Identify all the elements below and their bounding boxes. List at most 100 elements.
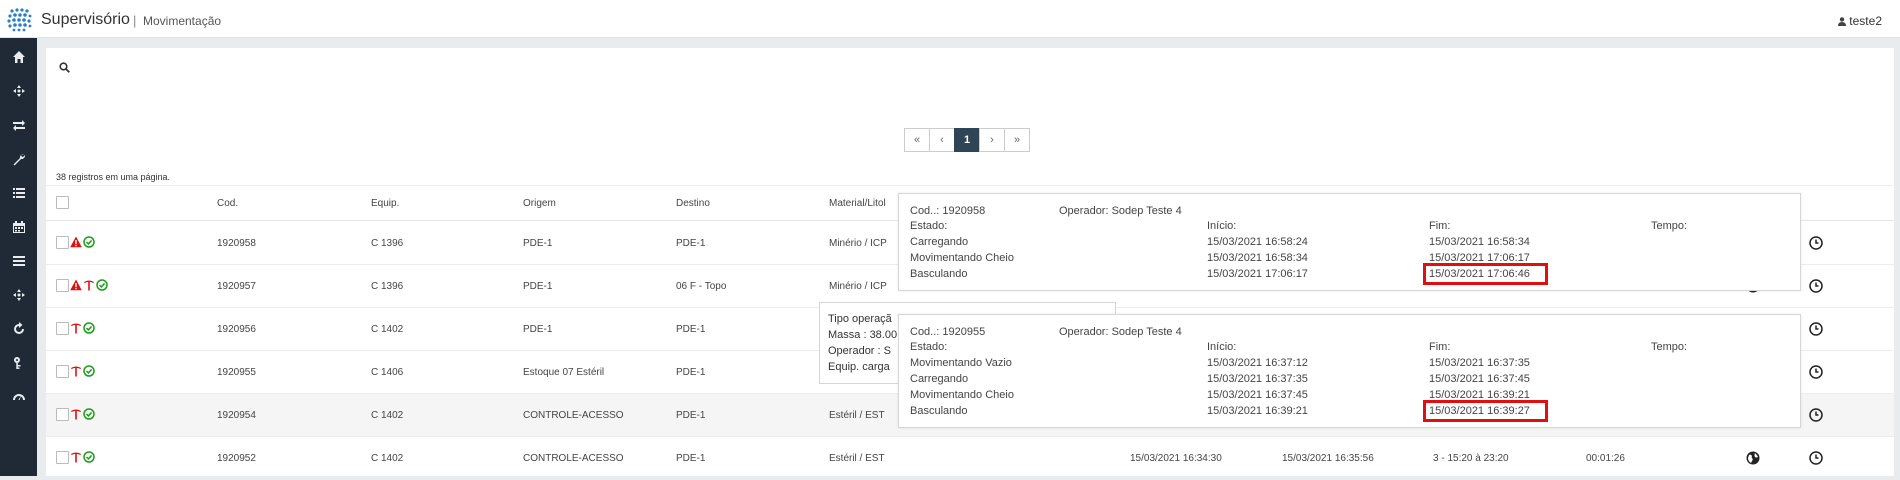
status-icons — [70, 365, 95, 377]
row-checkbox[interactable] — [56, 279, 69, 292]
page-last-button[interactable]: » — [1004, 128, 1030, 152]
column-cod[interactable]: Cod. — [217, 198, 238, 209]
status-history-tooltip: Cod..: 1920958 Operador: Sodep Teste 4 E… — [898, 193, 1801, 291]
tooltip-header-fim: Fim: — [1429, 341, 1451, 353]
page-prev-button[interactable]: ‹ — [929, 128, 955, 152]
sidebar-item-home[interactable] — [0, 40, 37, 74]
search-icon[interactable] — [59, 62, 70, 73]
sidebar-item-tools[interactable] — [0, 142, 37, 176]
check-circle-icon — [83, 322, 95, 334]
globe-icon[interactable] — [1746, 451, 1760, 465]
row-checkbox[interactable] — [56, 322, 69, 335]
logo-icon — [7, 8, 32, 32]
top-bar: Supervisório | Movimentação teste2 — [0, 0, 1900, 38]
check-circle-icon — [83, 365, 95, 377]
table-row[interactable]: 1920952 C 1402 CONTROLE-ACESSO PDE-1 Est… — [46, 437, 1894, 480]
sidebar-item-menu[interactable] — [0, 244, 37, 278]
cell-destino: 06 F - Topo — [676, 281, 727, 292]
column-origem[interactable]: Origem — [523, 198, 556, 209]
cell-cod: 1920955 — [217, 367, 256, 378]
transfer-icon — [12, 120, 25, 131]
sidebar-item-refresh[interactable] — [0, 312, 37, 346]
column-equip[interactable]: Equip. — [371, 198, 399, 209]
tooltip-operador: Operador: Sodep Teste 4 — [1059, 326, 1182, 338]
key-icon — [13, 357, 20, 369]
page-next-button[interactable]: › — [979, 128, 1005, 152]
tooltip-fim: 15/03/2021 16:58:34 — [1429, 236, 1530, 248]
tooltip-inicio: 15/03/2021 16:37:35 — [1207, 373, 1308, 385]
sidebar-item-crosshair[interactable] — [0, 74, 37, 108]
crosshair-icon — [12, 289, 25, 301]
cell-equip: C 1402 — [371, 453, 404, 464]
tooltip-fim: 15/03/2021 16:37:45 — [1429, 373, 1530, 385]
sidebar-item-transfer[interactable] — [0, 108, 37, 142]
select-all-checkbox[interactable] — [56, 196, 69, 209]
column-destino[interactable]: Destino — [676, 198, 710, 209]
check-circle-icon — [83, 451, 95, 463]
clock-icon[interactable] — [1809, 408, 1823, 422]
clock-icon[interactable] — [1809, 451, 1823, 465]
sidebar-item-key[interactable] — [0, 346, 37, 380]
app-title[interactable]: Supervisório — [41, 11, 130, 29]
check-circle-icon — [96, 279, 108, 291]
calendar-icon — [12, 221, 25, 233]
user-menu[interactable]: teste2 — [1838, 14, 1882, 28]
status-icons — [70, 322, 95, 334]
row-checkbox[interactable] — [56, 408, 69, 421]
clock-icon[interactable] — [1809, 365, 1823, 379]
status-icons — [70, 236, 95, 248]
row-checkbox[interactable] — [56, 236, 69, 249]
page-current-button[interactable]: 1 — [954, 128, 980, 152]
cell-cod: 1920956 — [217, 324, 256, 335]
cell-origem: PDE-1 — [523, 281, 553, 292]
wrench-icon — [13, 153, 25, 166]
refresh-icon — [13, 322, 24, 334]
tooltip-header-estado: Estado: — [910, 341, 948, 353]
menu-icon — [12, 256, 25, 266]
tooltip-header-inicio: Início: — [1207, 220, 1237, 232]
sidebar-item-calendar[interactable] — [0, 210, 37, 244]
title-separator: | — [133, 13, 137, 28]
cell-equip: C 1402 — [371, 324, 404, 335]
cell-material: Estéril / EST — [829, 453, 885, 464]
tooltip-tipo-operacao: Tipo operaçã — [828, 313, 892, 325]
tooltip-header-tempo: Tempo: — [1651, 220, 1688, 232]
cell-equip: C 1396 — [371, 281, 404, 292]
page-first-button[interactable]: « — [904, 128, 930, 152]
pickaxe-icon — [71, 323, 81, 334]
cell-origem: PDE-1 — [523, 238, 553, 249]
cell-material: Estéril / EST — [829, 410, 885, 421]
pickaxe-icon — [71, 366, 81, 377]
tooltip-inicio: 15/03/2021 16:37:12 — [1207, 357, 1308, 369]
clock-icon[interactable] — [1809, 279, 1823, 293]
sidebar-item-dashboard[interactable] — [0, 380, 37, 414]
cell-turno: 3 - 15:20 à 23:20 — [1433, 453, 1509, 464]
page-title: Movimentação — [143, 14, 222, 28]
tooltip-estado: Carregando — [910, 373, 969, 385]
sidebar-item-list[interactable] — [0, 176, 37, 210]
cell-origem: CONTROLE-ACESSO — [523, 453, 624, 464]
home-icon — [12, 51, 25, 63]
cell-inicio: 15/03/2021 16:34:30 — [1130, 453, 1222, 464]
cell-destino: PDE-1 — [676, 367, 706, 378]
tooltip-inicio: 15/03/2021 17:06:17 — [1207, 268, 1308, 280]
tooltip-estado: Carregando — [910, 236, 969, 248]
warning-icon — [70, 279, 82, 291]
tooltip-equip-carga: Equip. carga — [828, 361, 890, 373]
cell-material: Minério / ICP — [829, 238, 887, 249]
cell-equip: C 1406 — [371, 367, 404, 378]
row-checkbox[interactable] — [56, 451, 69, 464]
cell-equip: C 1396 — [371, 238, 404, 249]
pickaxe-icon — [71, 409, 81, 420]
highlight-box — [1423, 400, 1548, 422]
clock-icon[interactable] — [1809, 322, 1823, 336]
clock-icon[interactable] — [1809, 236, 1823, 250]
warning-icon — [70, 236, 82, 248]
cell-tempo: 00:01:26 — [1586, 453, 1625, 464]
column-material[interactable]: Material/Litol — [829, 198, 886, 209]
tooltip-massa: Massa : 38.00 — [828, 329, 898, 341]
row-checkbox[interactable] — [56, 365, 69, 378]
sidebar-item-crosshair-2[interactable] — [0, 278, 37, 312]
tooltip-header-inicio: Início: — [1207, 341, 1237, 353]
cell-cod: 1920957 — [217, 281, 256, 292]
